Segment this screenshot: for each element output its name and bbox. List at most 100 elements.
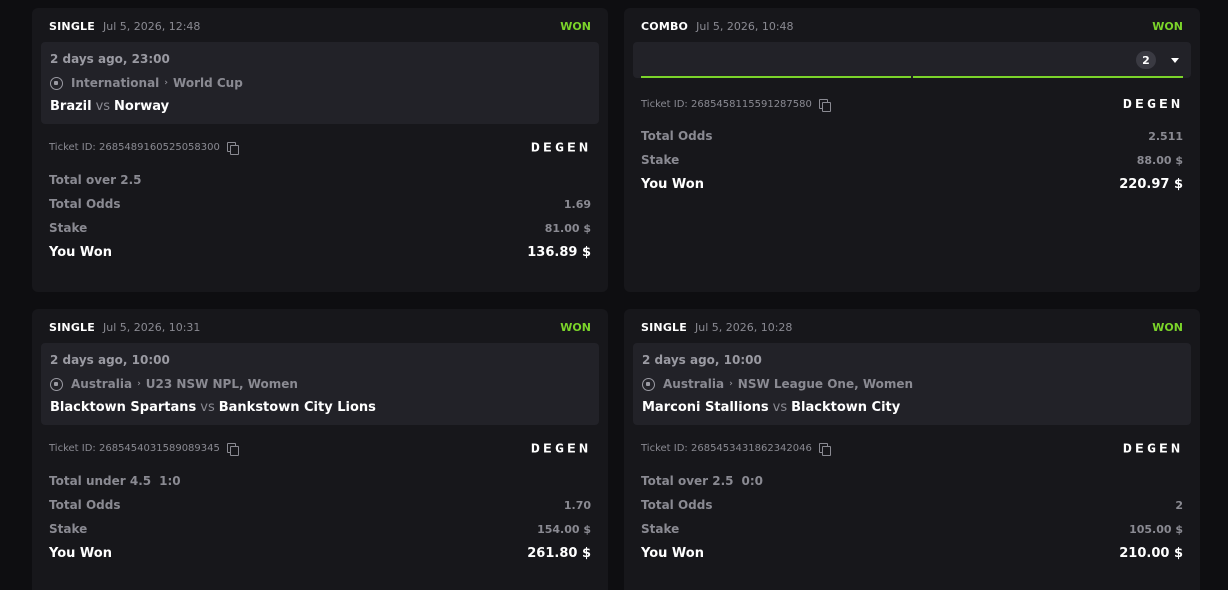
vs-label: vs <box>95 99 111 114</box>
brand-logo: DEGEN <box>1122 440 1183 456</box>
soccer-ball-icon <box>50 377 63 391</box>
market-label: Total over 2.5 <box>641 474 734 488</box>
event-league: Australia › U23 NSW NPL, Women <box>50 377 298 391</box>
market-score: 1:0 <box>159 474 181 488</box>
you-won-value: 261.80 $ <box>527 545 591 561</box>
bet-date: Jul 5, 2026, 12:48 <box>102 19 201 33</box>
bet-card[interactable]: SINGLE Jul 5, 2026, 10:28 WON 2 days ago… <box>624 309 1200 590</box>
bet-card[interactable]: SINGLE Jul 5, 2026, 12:48 WON 2 days ago… <box>32 8 608 292</box>
bet-type: SINGLE <box>49 320 95 334</box>
home-team: Blacktown Spartans <box>50 400 197 415</box>
total-odds-row: Total Odds 1.70 <box>49 497 591 513</box>
stake-value: 154.00 $ <box>537 522 591 536</box>
copy-icon[interactable] <box>818 98 831 112</box>
stake-label: Stake <box>49 522 88 536</box>
market-label: Total under 4.5 <box>49 474 152 488</box>
you-won-row: You Won 261.80 $ <box>49 545 591 561</box>
stake-label: Stake <box>49 221 88 235</box>
bet-card-header: SINGLE Jul 5, 2026, 10:28 WON <box>641 319 1183 335</box>
event-league: Australia › NSW League One, Women <box>642 377 913 391</box>
away-team: Bankstown City Lions <box>218 400 376 415</box>
vs-label: vs <box>772 400 788 415</box>
ticket-id: Ticket ID: 2685453431862342046 <box>641 443 812 454</box>
status-badge: WON <box>1152 320 1183 334</box>
bet-card-header: COMBO Jul 5, 2026, 10:48 WON <box>641 18 1183 34</box>
total-odds-value: 1.70 <box>563 498 591 512</box>
ticket-row: Ticket ID: 2685454031589089345 DEGEN <box>49 440 591 456</box>
you-won-value: 220.97 $ <box>1119 176 1183 192</box>
ticket-id-value: 2685454031589089345 <box>98 442 220 454</box>
event-box[interactable]: 2 days ago, 10:00 Australia › U23 NSW NP… <box>41 343 599 425</box>
soccer-ball-icon <box>642 377 655 391</box>
status-badge: WON <box>1152 19 1183 33</box>
status-badge: WON <box>560 19 591 33</box>
soccer-ball-icon <box>50 76 63 90</box>
stake-row: Stake 81.00 $ <box>49 220 591 236</box>
bet-date: Jul 5, 2026, 10:48 <box>696 19 794 33</box>
you-won-row: You Won 210.00 $ <box>641 545 1183 561</box>
selection-count-badge: 2 <box>1136 51 1156 69</box>
stake-value: 88.00 $ <box>1136 153 1183 167</box>
event-box[interactable]: 2 days ago, 10:00 Australia › NSW League… <box>633 343 1191 425</box>
copy-icon[interactable] <box>226 141 239 155</box>
ticket-id-label: Ticket ID: <box>641 98 688 110</box>
bet-card-header: SINGLE Jul 5, 2026, 12:48 WON <box>49 18 591 34</box>
total-odds-label: Total Odds <box>49 498 121 512</box>
stake-label: Stake <box>641 153 680 167</box>
event-competition: NSW League One, Women <box>737 377 914 391</box>
chevron-right-icon: › <box>164 78 169 88</box>
event-country: Australia <box>663 377 725 391</box>
total-odds-label: Total Odds <box>641 129 713 143</box>
home-team: Brazil <box>50 99 92 114</box>
combo-selections-toggle[interactable]: 2 <box>633 42 1191 78</box>
market-row: Total over 2.5 <box>49 172 591 188</box>
brand-logo: DEGEN <box>530 440 591 456</box>
bet-card[interactable]: COMBO Jul 5, 2026, 10:48 WON 2 Ticket ID… <box>624 8 1200 292</box>
total-odds-row: Total Odds 2 <box>641 497 1183 513</box>
you-won-row: You Won 136.89 $ <box>49 244 591 260</box>
bet-type: COMBO <box>641 19 689 33</box>
bet-card[interactable]: SINGLE Jul 5, 2026, 10:31 WON 2 days ago… <box>32 309 608 590</box>
you-won-label: You Won <box>641 176 704 192</box>
status-badge: WON <box>560 320 591 334</box>
bet-date: Jul 5, 2026, 10:28 <box>694 320 793 334</box>
market-score: 0:0 <box>741 474 764 488</box>
bet-date: Jul 5, 2026, 10:31 <box>102 320 201 334</box>
total-odds-row: Total Odds 2.511 <box>641 128 1183 144</box>
chevron-down-icon[interactable] <box>1171 58 1179 63</box>
copy-icon[interactable] <box>226 442 239 456</box>
you-won-label: You Won <box>49 545 112 561</box>
event-competition: U23 NSW NPL, Women <box>145 377 298 391</box>
you-won-label: You Won <box>641 545 704 561</box>
ticket-id-value: 2685489160525058300 <box>98 141 220 153</box>
stake-row: Stake 88.00 $ <box>641 152 1183 168</box>
event-teams: Marconi Stallions vs Blacktown City <box>642 400 900 415</box>
chevron-right-icon: › <box>137 379 141 389</box>
event-time: 2 days ago, 10:00 <box>642 353 762 367</box>
total-odds-value: 2 <box>1175 498 1183 512</box>
away-team: Norway <box>114 99 170 114</box>
event-competition: World Cup <box>173 76 243 90</box>
ticket-row: Ticket ID: 2685453431862342046 DEGEN <box>641 440 1183 456</box>
ticket-id: Ticket ID: 2685458115591287580 <box>641 99 812 110</box>
ticket-row: Ticket ID: 2685458115591287580 DEGEN <box>641 96 1183 112</box>
stake-value: 105.00 $ <box>1129 522 1183 536</box>
bets-grid: SINGLE Jul 5, 2026, 12:48 WON 2 days ago… <box>0 0 1228 590</box>
ticket-id-label: Ticket ID: <box>49 442 96 454</box>
event-teams: Brazil vs Norway <box>50 99 169 114</box>
event-box[interactable]: 2 days ago, 23:00 International › World … <box>41 42 599 124</box>
copy-icon[interactable] <box>818 442 831 456</box>
ticket-id-value: 2685453431862342046 <box>690 442 812 454</box>
event-country: International <box>71 76 160 90</box>
ticket-id-value: 2685458115591287580 <box>690 98 812 110</box>
vs-label: vs <box>200 400 215 415</box>
event-teams: Blacktown Spartans vs Bankstown City Lions <box>50 400 376 415</box>
home-team: Marconi Stallions <box>642 400 769 415</box>
you-won-label: You Won <box>49 244 112 260</box>
stake-label: Stake <box>641 522 680 536</box>
bet-card-header: SINGLE Jul 5, 2026, 10:31 WON <box>49 319 591 335</box>
bet-type: SINGLE <box>49 19 95 33</box>
total-odds-label: Total Odds <box>641 498 713 512</box>
market-row: Total over 2.5 0:0 <box>641 473 1183 489</box>
bet-type: SINGLE <box>641 320 687 334</box>
